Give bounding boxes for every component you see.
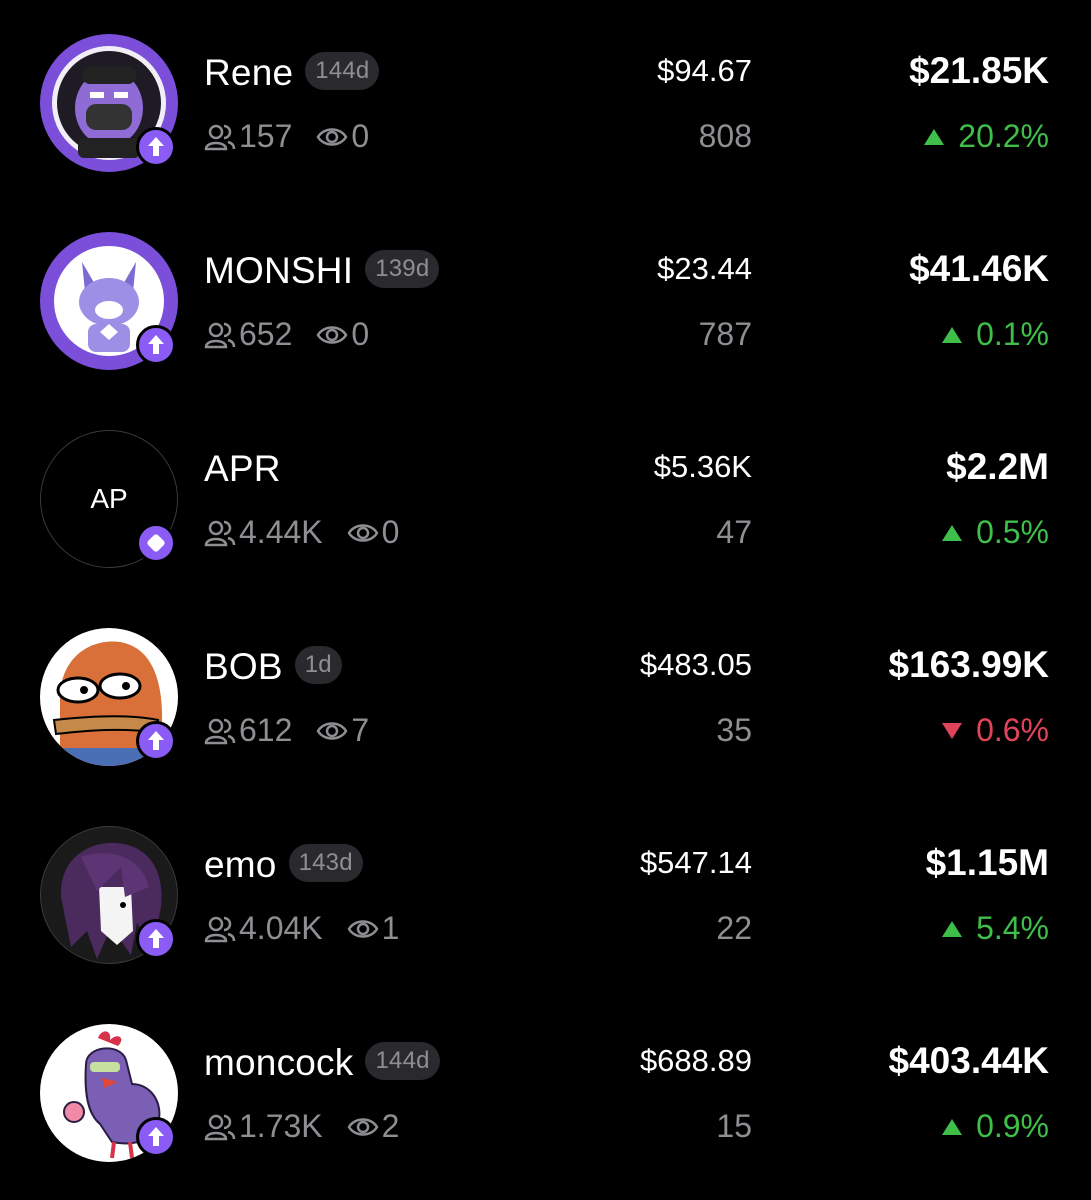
- eye-icon: [347, 919, 379, 938]
- token-meta: 652 0: [204, 316, 369, 353]
- arrow-down-icon: [942, 722, 963, 739]
- launch-arrow-icon: [136, 127, 176, 167]
- views-count: 0: [381, 514, 400, 550]
- eye-icon: [316, 127, 348, 146]
- arrow-up-icon: [942, 524, 963, 541]
- token-row[interactable]: BOB 1d 612 7 $483.05 35 $163.99K 0.6%: [0, 594, 1091, 792]
- members-count: 4.44K: [239, 514, 323, 550]
- members-count: 1.73K: [239, 1108, 323, 1144]
- price-change: 20.2%: [924, 118, 1049, 155]
- market-cap: $2.2M: [946, 446, 1049, 487]
- eye-icon: [316, 721, 348, 740]
- members-icon: [204, 520, 236, 546]
- arrow-up-icon: [924, 128, 945, 145]
- age-badge: 143d: [288, 844, 363, 883]
- token-name[interactable]: emo 143d: [204, 844, 363, 886]
- price-change: 5.4%: [942, 910, 1049, 947]
- holders-count: 22: [716, 910, 752, 946]
- token-price: $5.36K: [653, 449, 752, 484]
- token-row[interactable]: Rene 144d 157 0 $94.67 808 $21.85K 20.2%: [0, 0, 1091, 198]
- views-count: 1: [381, 910, 400, 946]
- token-meta: 612 7: [204, 712, 369, 749]
- holders-count: 47: [716, 514, 752, 550]
- views-count: 0: [351, 316, 370, 352]
- launch-arrow-icon: [136, 325, 176, 365]
- token-name[interactable]: moncock 144d: [204, 1042, 440, 1084]
- token-name[interactable]: APR: [204, 448, 281, 490]
- token-name[interactable]: MONSHI 139d: [204, 250, 440, 292]
- token-price: $94.67: [657, 53, 752, 88]
- token-price: $483.05: [639, 647, 752, 682]
- age-badge: 1d: [294, 646, 342, 685]
- token-row[interactable]: moncock 144d 1.73K 2 $688.89 15 $403.44K …: [0, 990, 1091, 1188]
- token-price: $688.89: [639, 1043, 752, 1078]
- eye-icon: [347, 523, 379, 542]
- eye-icon: [316, 325, 348, 344]
- holders-count: 15: [716, 1108, 752, 1144]
- members-icon: [204, 916, 236, 942]
- avatar-initials: AP: [90, 483, 128, 514]
- members-icon: [204, 1114, 236, 1140]
- launch-arrow-icon: [136, 1117, 176, 1157]
- market-cap: $41.46K: [909, 248, 1049, 289]
- views-count: 2: [381, 1108, 400, 1144]
- views-count: 7: [351, 712, 370, 748]
- arrow-up-icon: [942, 920, 963, 937]
- members-count: 612: [239, 712, 293, 748]
- age-badge: 144d: [365, 1042, 440, 1081]
- diamond-icon: [136, 523, 176, 563]
- token-meta: 4.04K 1: [204, 910, 399, 947]
- members-icon: [204, 718, 236, 744]
- token-price: $547.14: [639, 845, 752, 880]
- members-icon: [204, 322, 236, 348]
- price-change: 0.9%: [942, 1108, 1049, 1145]
- members-count: 4.04K: [239, 910, 323, 946]
- launch-arrow-icon: [136, 721, 176, 761]
- market-cap: $403.44K: [888, 1040, 1049, 1081]
- members-count: 157: [239, 118, 293, 154]
- age-badge: 144d: [305, 52, 380, 91]
- price-change: 0.6%: [942, 712, 1049, 749]
- token-row[interactable]: AP APR 4.44K 0 $5.36K 47 $2.2M 0.5%: [0, 396, 1091, 594]
- price-change: 0.1%: [942, 316, 1049, 353]
- members-count: 652: [239, 316, 293, 352]
- holders-count: 808: [698, 118, 752, 154]
- token-name[interactable]: Rene 144d: [204, 52, 380, 94]
- arrow-up-icon: [942, 1118, 963, 1135]
- token-row[interactable]: emo 143d 4.04K 1 $547.14 22 $1.15M 5.4%: [0, 792, 1091, 990]
- holders-count: 787: [698, 316, 752, 352]
- token-meta: 4.44K 0: [204, 514, 399, 551]
- token-row[interactable]: MONSHI 139d 652 0 $23.44 787 $41.46K 0.1%: [0, 198, 1091, 396]
- eye-icon: [347, 1117, 379, 1136]
- holders-count: 35: [716, 712, 752, 748]
- age-badge: 139d: [365, 250, 440, 289]
- token-name[interactable]: BOB 1d: [204, 646, 342, 688]
- token-meta: 1.73K 2: [204, 1108, 399, 1145]
- market-cap: $163.99K: [888, 644, 1049, 685]
- members-icon: [204, 124, 236, 150]
- arrow-up-icon: [942, 326, 963, 343]
- token-meta: 157 0: [204, 118, 369, 155]
- launch-arrow-icon: [136, 919, 176, 959]
- token-price: $23.44: [657, 251, 752, 286]
- views-count: 0: [351, 118, 370, 154]
- market-cap: $21.85K: [909, 50, 1049, 91]
- market-cap: $1.15M: [925, 842, 1049, 883]
- price-change: 0.5%: [942, 514, 1049, 551]
